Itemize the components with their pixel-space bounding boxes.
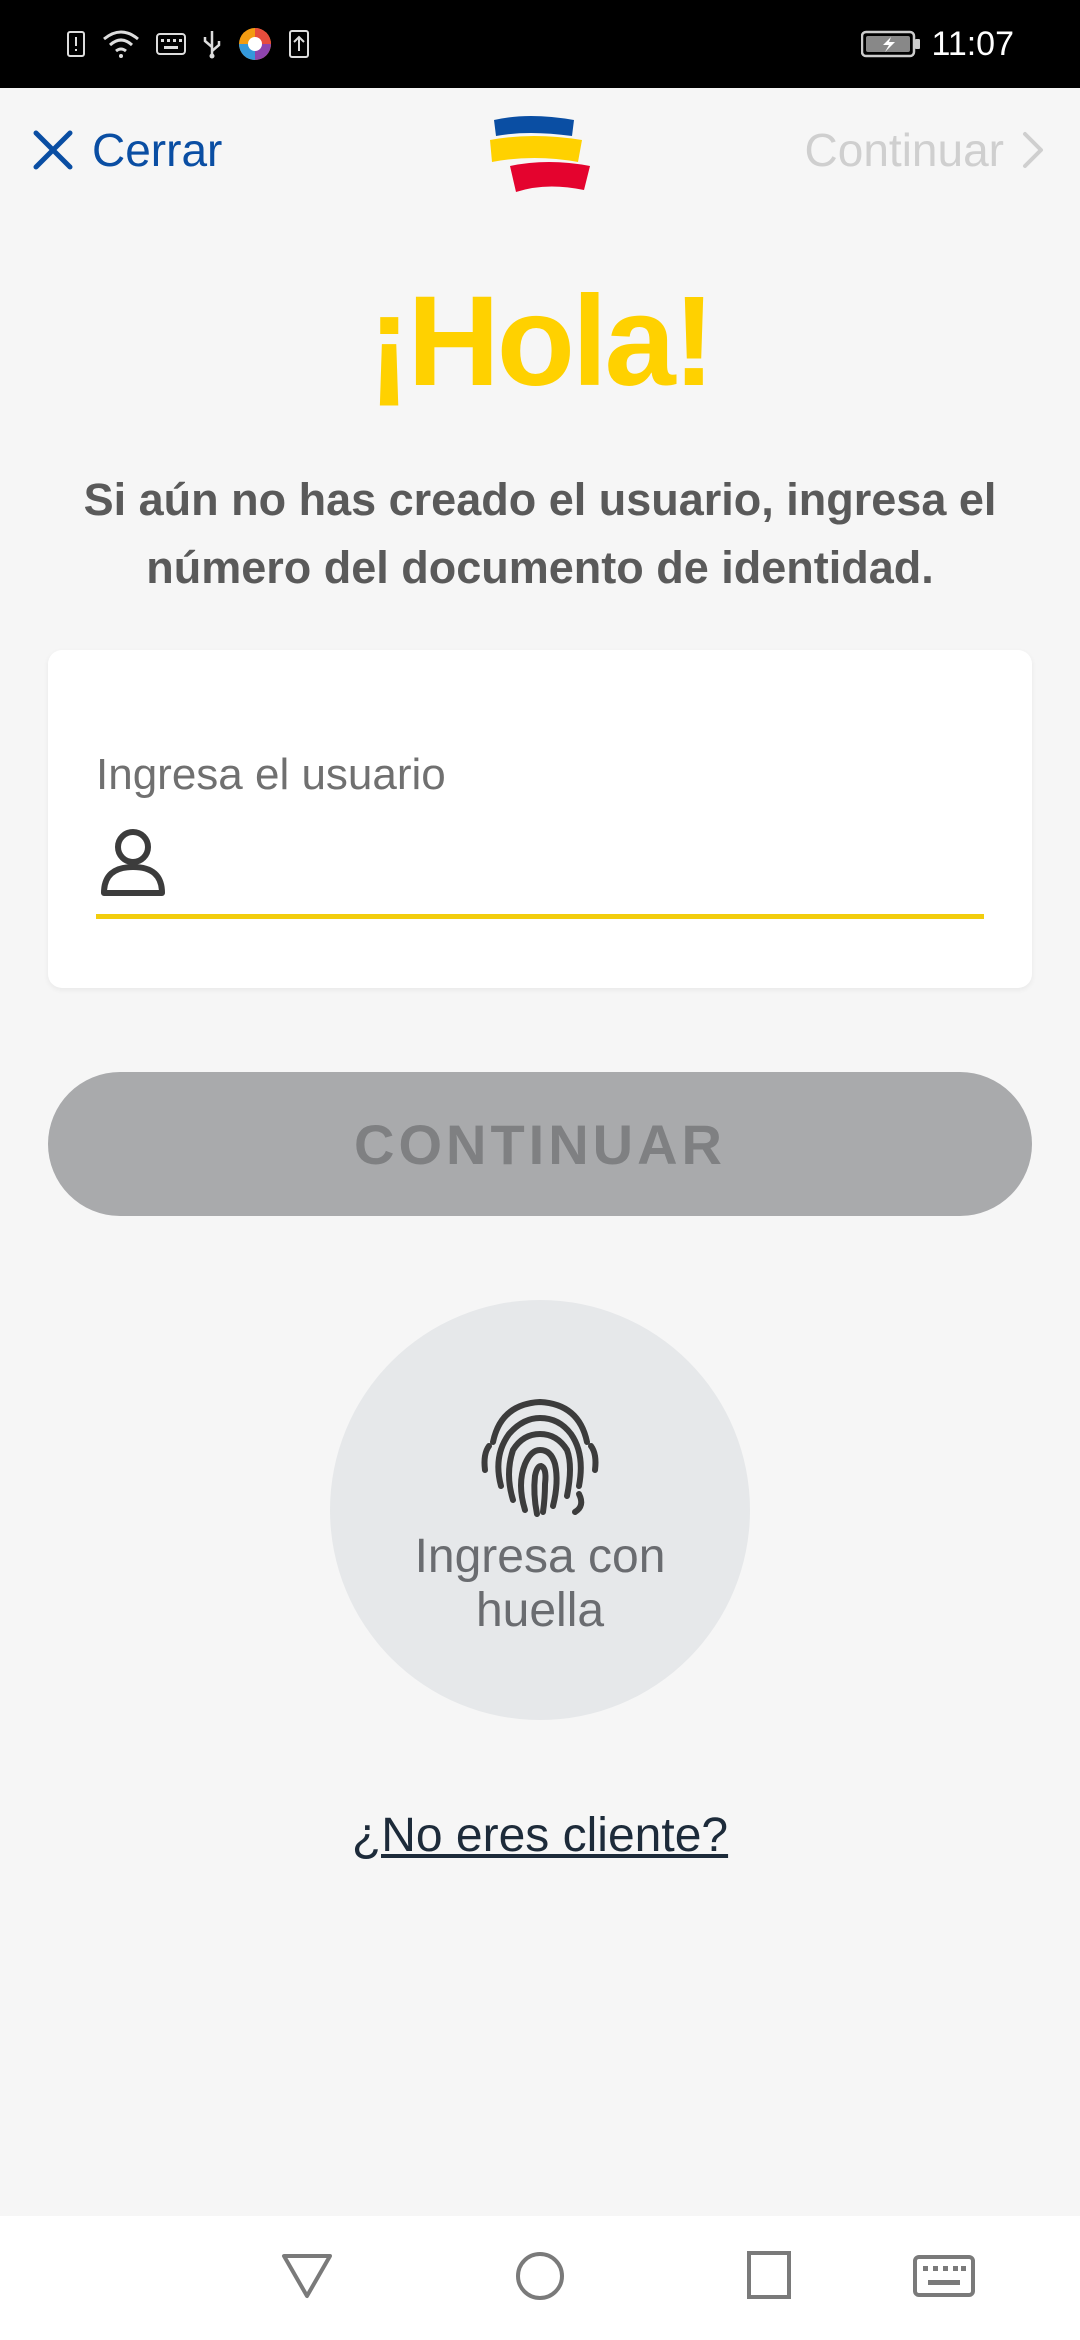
top-nav: Cerrar Continuar: [0, 88, 1080, 228]
fingerprint-icon: [481, 1398, 599, 1517]
status-bar: 11:07: [0, 0, 1080, 88]
system-navigation-bar: [0, 2216, 1080, 2340]
continue-top-label: Continuar: [804, 124, 1004, 176]
usb-icon: [203, 31, 221, 59]
user-input-card: Ingresa el usuario: [48, 650, 1032, 988]
chevron-right-icon: [1023, 132, 1043, 168]
alert-icon: [67, 31, 85, 57]
keyboard-icon: [156, 33, 186, 55]
close-button[interactable]: Cerrar: [32, 120, 222, 180]
battery-charging-icon: [861, 30, 921, 58]
status-icons-right: 11:07: [861, 18, 1014, 70]
recents-nav-icon[interactable]: [746, 2250, 792, 2300]
user-input[interactable]: [190, 826, 984, 898]
bank-logo: [490, 116, 590, 192]
status-time: 11:07: [931, 24, 1014, 63]
fingerprint-label: Ingresa con huella: [414, 1530, 666, 1637]
continue-button[interactable]: CONTINUAR: [48, 1072, 1032, 1216]
back-nav-icon[interactable]: [280, 2250, 334, 2300]
close-icon: [33, 130, 73, 170]
app-icon: [239, 28, 271, 60]
keyboard-nav-icon[interactable]: [912, 2254, 976, 2298]
continue-top-button[interactable]: Continuar: [805, 120, 1044, 180]
status-icons-left: [66, 24, 310, 64]
wifi-icon: [103, 30, 139, 58]
close-label: Cerrar: [92, 124, 223, 176]
greeting-title: ¡Hola!: [367, 270, 716, 413]
user-icon: [101, 829, 165, 896]
user-field-label: Ingresa el usuario: [96, 750, 446, 799]
home-nav-icon[interactable]: [514, 2250, 566, 2302]
fingerprint-login-button[interactable]: Ingresa con huella: [330, 1300, 750, 1720]
not-client-link[interactable]: ¿No eres cliente?: [0, 1808, 1080, 1863]
greeting-instructions: Si aún no has creado el usuario, ingresa…: [83, 474, 997, 593]
user-field-row: [96, 810, 984, 919]
upload-icon: [289, 30, 309, 58]
